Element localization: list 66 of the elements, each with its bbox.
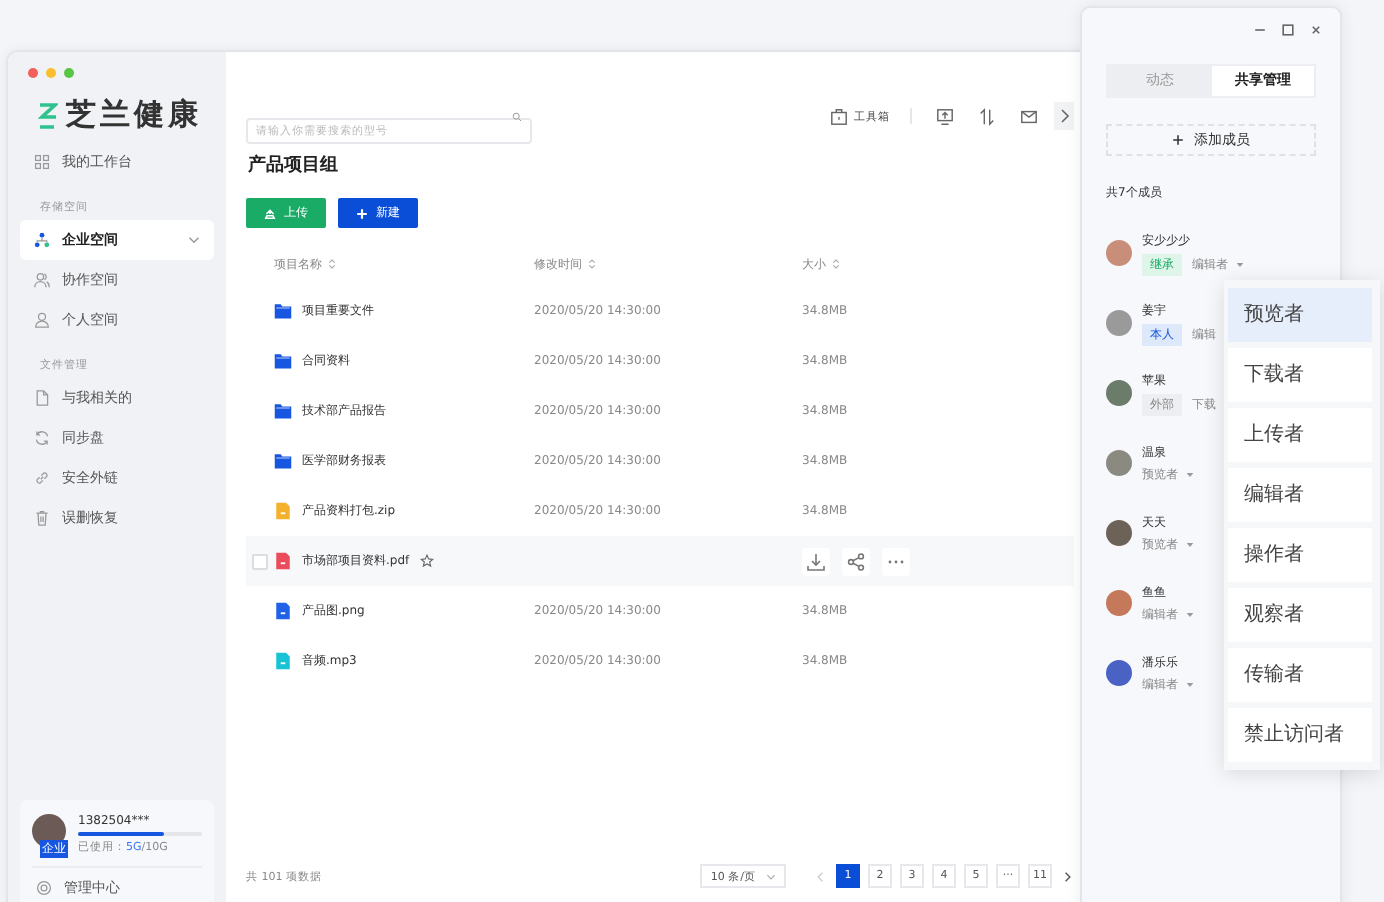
file-icon [274, 552, 292, 570]
window-control-dot[interactable] [28, 68, 38, 78]
mail-icon[interactable] [1020, 107, 1038, 125]
settings-icon [36, 880, 52, 896]
caret-icon [766, 873, 776, 879]
chevron-down-icon[interactable] [188, 236, 200, 244]
download-button[interactable] [802, 547, 830, 575]
folder-icon [274, 302, 292, 320]
window-control-dot[interactable] [64, 68, 74, 78]
next-page-icon[interactable] [1060, 869, 1074, 883]
caret-icon [1186, 611, 1194, 617]
maximize-icon[interactable] [1280, 22, 1296, 38]
file-icon [274, 602, 292, 620]
avatar [1106, 660, 1132, 686]
toolbox-icon [830, 107, 848, 125]
share-icon [846, 551, 866, 571]
grid-icon [34, 154, 50, 170]
link-icon [34, 470, 50, 486]
search-icon [512, 111, 522, 121]
star-icon[interactable] [419, 554, 434, 568]
person-icon [34, 312, 50, 328]
menu-item[interactable]: 观察者 [1228, 588, 1372, 642]
plus-icon [1172, 134, 1184, 146]
folder-icon [274, 352, 292, 370]
menu-item[interactable]: 编辑者 [1228, 468, 1372, 522]
avatar [1106, 380, 1132, 406]
menu-item[interactable]: 上传者 [1228, 408, 1372, 462]
logo-text: 芝兰健康 [66, 96, 202, 134]
avatar [1106, 240, 1132, 266]
document-icon [34, 390, 50, 406]
people-icon [34, 272, 50, 288]
avatar [1106, 450, 1132, 476]
sort-arrows-icon[interactable] [978, 107, 996, 125]
file-icon [274, 502, 292, 520]
menu-item[interactable]: 禁止访问者 [1228, 708, 1372, 762]
caret-icon [1236, 261, 1244, 267]
page-title: 产品项目组 [248, 152, 340, 178]
avatar [1106, 310, 1132, 336]
sort-icon [588, 257, 596, 270]
menu-item[interactable]: 下载者 [1228, 348, 1372, 402]
menu-item[interactable]: 操作者 [1228, 528, 1372, 582]
sort-icon [328, 257, 336, 270]
row-checkbox[interactable] [252, 553, 268, 569]
chevron-right-icon[interactable] [1054, 102, 1074, 130]
caret-icon [1186, 541, 1194, 547]
org-chart-icon [34, 232, 50, 248]
caret-icon [1186, 681, 1194, 687]
folder-icon [274, 452, 292, 470]
plus-icon [356, 207, 368, 219]
sync-icon [34, 430, 50, 446]
upload-icon [264, 207, 276, 219]
window-control-dot[interactable] [46, 68, 56, 78]
sort-icon [832, 257, 840, 270]
avatar [1106, 520, 1132, 546]
file-icon [274, 652, 292, 670]
download-icon [806, 551, 826, 571]
avatar [1106, 590, 1132, 616]
menu-item[interactable]: 预览者 [1228, 288, 1372, 342]
trash-icon [34, 510, 50, 526]
folder-icon [274, 402, 292, 420]
close-icon[interactable] [1308, 22, 1324, 38]
caret-icon [1186, 471, 1194, 477]
menu-item[interactable]: 传输者 [1228, 648, 1372, 702]
share-button[interactable] [842, 547, 870, 575]
logo-icon [38, 101, 58, 129]
monitor-upload-icon[interactable] [936, 107, 954, 125]
